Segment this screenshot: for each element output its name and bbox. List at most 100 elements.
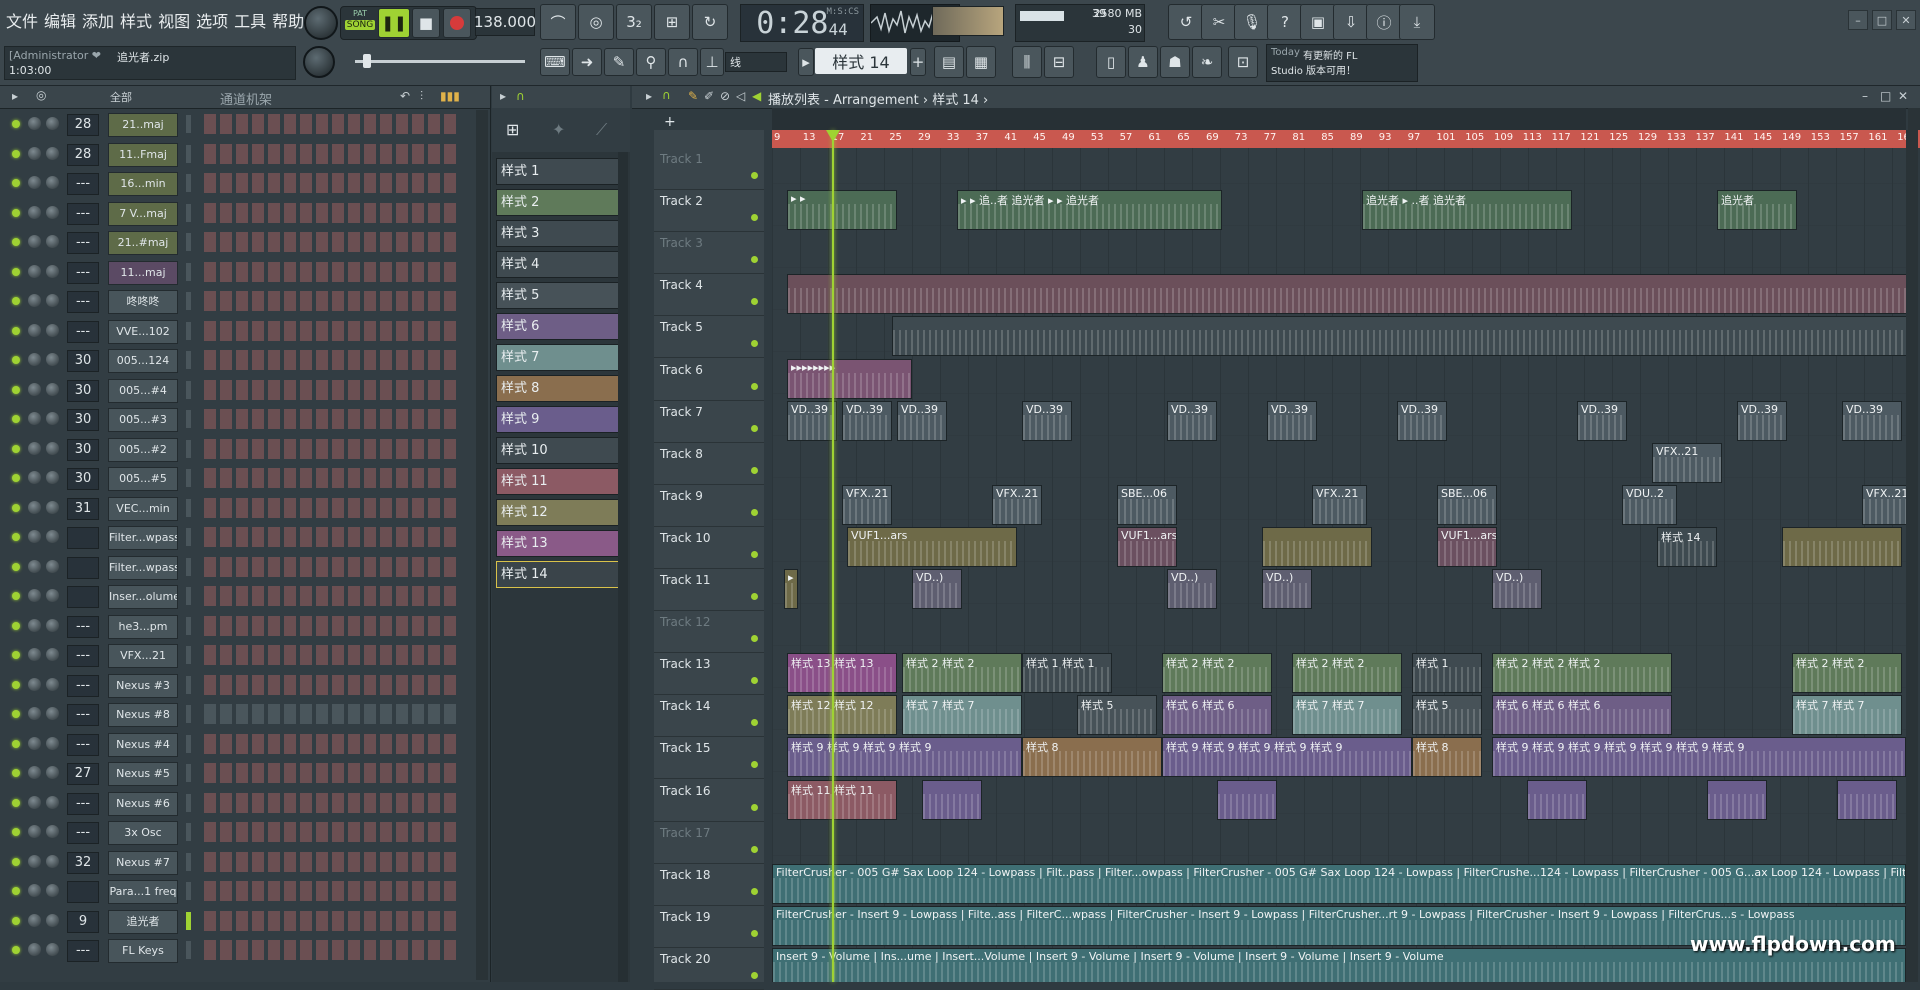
step-sequencer[interactable] — [204, 822, 459, 842]
arrangement-grid[interactable]: ▸ ▸ ▸ ▸ 追..者 追光者 ▸ ▸ 追光者 追光者 ▸ ..者 追光者 追光者 ▸… — [772, 148, 1906, 982]
playlist-clip[interactable] — [922, 779, 982, 820]
menu-item-6[interactable]: 工具 — [234, 8, 266, 34]
channel-row[interactable]: Filter...wpass — [0, 553, 490, 583]
channel-row[interactable]: --- Nexus #3 — [0, 671, 490, 701]
channel-mute-led[interactable] — [12, 238, 20, 246]
pattern-item[interactable]: 样式 12 — [496, 499, 628, 526]
channel-volume-knob[interactable] — [46, 854, 59, 868]
channel-select-indicator[interactable] — [186, 675, 191, 694]
pencil-tool-icon[interactable]: ✎ — [688, 89, 698, 103]
channel-pan-knob[interactable] — [28, 117, 41, 130]
metronome-button[interactable]: ⌒ — [540, 4, 576, 40]
pattern-item[interactable]: 样式 13 — [496, 530, 628, 557]
playlist-clip[interactable]: 样式 9 样式 9 样式 9 样式 9 样式 9 — [1162, 737, 1412, 778]
playlist-clip[interactable]: 样式 8 — [1412, 737, 1482, 778]
track-header[interactable]: Track 6 — [654, 359, 764, 401]
step-sequencer[interactable] — [204, 733, 459, 754]
channel-select-indicator[interactable] — [186, 616, 191, 635]
undo-small-icon[interactable]: ↶ — [400, 89, 410, 103]
channel-name-button[interactable]: Nexus #4 — [108, 732, 178, 757]
channel-name-button[interactable]: VEC...min — [108, 496, 178, 521]
channel-mixer-track[interactable]: 30 — [67, 468, 99, 490]
channel-filter[interactable]: 全部 — [110, 89, 132, 105]
playlist-clip[interactable]: VFX..21 — [992, 484, 1042, 525]
channel-name-button[interactable]: FL Keys — [108, 939, 178, 963]
channel-row[interactable]: --- 21..#maj — [0, 228, 490, 258]
track-header[interactable]: Track 5 — [654, 316, 764, 359]
playlist-clip[interactable]: VUF1...ars — [847, 526, 1017, 567]
channel-mixer-track[interactable]: 30 — [67, 379, 99, 402]
channel-name-button[interactable]: 005...#3 — [108, 408, 178, 432]
record-button[interactable] — [443, 8, 471, 38]
maximize-icon[interactable]: □ — [1872, 10, 1892, 30]
channel-row[interactable]: --- 11...maj — [0, 258, 490, 288]
channel-mute-led[interactable] — [12, 621, 20, 630]
playlist-clip[interactable]: 样式 11 样式 11 — [787, 779, 897, 820]
channel-volume-knob[interactable] — [46, 323, 59, 337]
track-header[interactable]: Track 3 — [654, 232, 764, 275]
channel-mixer-track[interactable]: --- — [67, 320, 99, 343]
channel-mute-led[interactable] — [12, 651, 20, 659]
pattern-item[interactable]: 样式 7 — [496, 344, 628, 371]
channel-mute-led[interactable] — [12, 798, 20, 807]
channel-mixer-track[interactable]: 30 — [67, 350, 99, 372]
channel-volume-knob[interactable] — [46, 589, 59, 602]
channel-mixer-track[interactable]: 31 — [67, 497, 99, 520]
channel-select-indicator[interactable] — [186, 852, 191, 871]
save-button[interactable]: ▣ — [1300, 4, 1336, 40]
playlist-clip[interactable]: VD..39 — [1022, 400, 1072, 441]
info-button[interactable]: ⓘ — [1366, 4, 1402, 40]
playlist-clip[interactable]: SBE...06 — [1437, 484, 1497, 525]
playlist-clip[interactable]: 样式 7 样式 7 — [902, 695, 1022, 736]
playlist-clip[interactable]: 样式 14 — [1657, 526, 1717, 567]
playlist-clip[interactable]: 样式 2 样式 2 — [1292, 653, 1402, 694]
channel-name-button[interactable]: 21..maj — [108, 113, 178, 137]
magnet-button[interactable]: ∩ — [668, 48, 698, 76]
pattern-prev-button[interactable]: ▸ — [798, 48, 814, 76]
channel-pan-knob[interactable] — [28, 323, 41, 337]
channel-select-indicator[interactable] — [186, 321, 191, 340]
channel-pan-knob[interactable] — [28, 471, 41, 484]
track-mute-dot[interactable] — [751, 256, 758, 264]
channel-mute-led[interactable] — [12, 474, 20, 482]
pattern-item[interactable]: 样式 14 — [496, 561, 628, 588]
channel-name-button[interactable]: 11..Fmaj — [108, 142, 178, 167]
playlist-clip[interactable]: VD..) — [1492, 569, 1542, 609]
track-mute-dot[interactable] — [751, 593, 758, 600]
playlist-clip[interactable]: 样式 12 样式 12 — [787, 695, 897, 736]
channel-mute-led[interactable] — [12, 710, 20, 718]
playlist-clip[interactable]: 样式 9 样式 9 样式 9 样式 9 — [787, 737, 1022, 778]
track-mute-dot[interactable] — [751, 635, 758, 643]
playlist-clip[interactable]: VFX..21 — [842, 484, 892, 525]
pattern-item[interactable]: 样式 2 — [496, 189, 628, 216]
channel-select-indicator[interactable] — [186, 557, 191, 576]
step-sequencer[interactable] — [204, 704, 459, 724]
step-sequencer[interactable] — [204, 232, 459, 252]
track-header[interactable]: Track 15 — [654, 737, 764, 780]
track-mute-dot[interactable] — [751, 929, 758, 937]
channel-name-button[interactable]: 追光者 — [108, 909, 178, 934]
channel-row[interactable]: --- Nexus #8 — [0, 700, 490, 730]
channel-select-indicator[interactable] — [186, 115, 191, 133]
channel-mixer-track[interactable]: --- — [67, 645, 99, 667]
playlist-clip[interactable]: VD..39 — [1842, 400, 1902, 441]
track-mute-dot[interactable] — [751, 845, 758, 853]
menu-item-7[interactable]: 帮助 — [272, 8, 304, 34]
track-header[interactable]: Track 9 — [654, 485, 764, 527]
channel-mixer-track[interactable]: --- — [67, 232, 99, 254]
add-track-button[interactable]: + — [654, 114, 764, 130]
playlist-clip[interactable]: VD..39 — [1267, 400, 1317, 441]
channel-select-indicator[interactable] — [186, 528, 191, 546]
step-sequencer[interactable] — [204, 468, 459, 488]
channel-pan-knob[interactable] — [28, 441, 41, 455]
channel-row[interactable]: 30 005...#3 — [0, 405, 490, 435]
stamp-button[interactable]: ⊥ — [700, 48, 724, 76]
track-header[interactable]: Track 14 — [654, 695, 764, 738]
track-header[interactable]: Track 18 — [654, 864, 764, 906]
channel-name-button[interactable]: 3x Osc — [108, 821, 178, 845]
tempo-display[interactable]: 138.000 — [474, 8, 536, 36]
playlist-clip[interactable]: 样式 8 — [1022, 737, 1162, 778]
menu-item-2[interactable]: 添加 — [82, 8, 114, 34]
channel-mute-led[interactable] — [12, 179, 20, 187]
step-sequencer[interactable] — [204, 792, 459, 813]
